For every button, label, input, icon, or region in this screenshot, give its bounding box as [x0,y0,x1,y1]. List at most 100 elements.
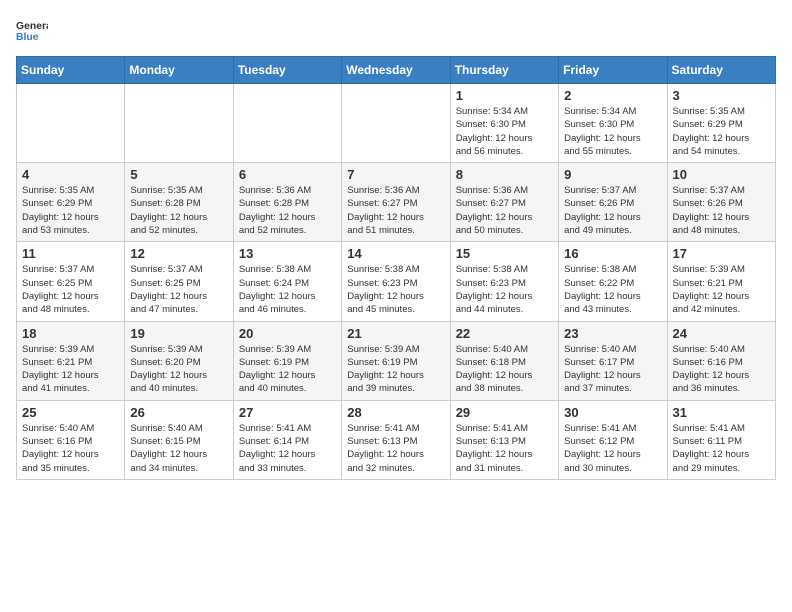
day-info: Sunrise: 5:35 AM Sunset: 6:29 PM Dayligh… [22,184,119,237]
day-number: 8 [456,167,553,182]
day-info: Sunrise: 5:35 AM Sunset: 6:28 PM Dayligh… [130,184,227,237]
day-info: Sunrise: 5:35 AM Sunset: 6:29 PM Dayligh… [673,105,770,158]
calendar-cell: 12Sunrise: 5:37 AM Sunset: 6:25 PM Dayli… [125,242,233,321]
day-info: Sunrise: 5:37 AM Sunset: 6:26 PM Dayligh… [673,184,770,237]
calendar-cell: 30 Sunrise: 5:41 AM Sunset: 6:12 PM Dayli… [559,400,667,479]
day-number: 13 [239,246,336,261]
calendar-cell: 17 Sunrise: 5:39 AM Sunset: 6:21 PM Dayli… [667,242,775,321]
day-number: 5 [130,167,227,182]
day-number: 21 [347,326,444,341]
logo-icon: General Blue [16,16,48,48]
calendar-cell: 10 Sunrise: 5:37 AM Sunset: 6:26 PM Dayli… [667,163,775,242]
calendar-cell: 15 Sunrise: 5:38 AM Sunset: 6:23 PM Dayli… [450,242,558,321]
day-number: 20 [239,326,336,341]
day-number: 4 [22,167,119,182]
day-number: 9 [564,167,661,182]
day-info: Sunrise: 5:39 AM Sunset: 6:20 PM Dayligh… [130,343,227,396]
calendar-cell [125,84,233,163]
day-info: Sunrise: 5:40 AM Sunset: 6:16 PM Dayligh… [22,422,119,475]
day-info: Sunrise: 5:38 AM Sunset: 6:22 PM Dayligh… [564,263,661,316]
day-info: Sunrise: 5:40 AM Sunset: 6:17 PM Dayligh… [564,343,661,396]
day-number: 23 [564,326,661,341]
calendar-week-4: 18 Sunrise: 5:39 AM Sunset: 6:21 PM Dayli… [17,321,776,400]
day-info: Sunrise: 5:41 AM Sunset: 6:11 PM Dayligh… [673,422,770,475]
day-number: 18 [22,326,119,341]
calendar-cell: 5 Sunrise: 5:35 AM Sunset: 6:28 PM Daylig… [125,163,233,242]
calendar-cell: 2 Sunrise: 5:34 AM Sunset: 6:30 PM Daylig… [559,84,667,163]
day-number: 17 [673,246,770,261]
day-number: 10 [673,167,770,182]
calendar-cell: 26 Sunrise: 5:40 AM Sunset: 6:15 PM Dayli… [125,400,233,479]
day-number: 22 [456,326,553,341]
calendar-cell: 6 Sunrise: 5:36 AM Sunset: 6:28 PM Daylig… [233,163,341,242]
calendar-cell: 19 Sunrise: 5:39 AM Sunset: 6:20 PM Dayli… [125,321,233,400]
day-number: 28 [347,405,444,420]
day-info: Sunrise: 5:38 AM Sunset: 6:23 PM Dayligh… [347,263,444,316]
calendar-cell: 7Sunrise: 5:36 AM Sunset: 6:27 PM Daylig… [342,163,450,242]
calendar-cell: 29 Sunrise: 5:41 AM Sunset: 6:13 PM Dayli… [450,400,558,479]
day-number: 7 [347,167,444,182]
day-info: Sunrise: 5:39 AM Sunset: 6:19 PM Dayligh… [347,343,444,396]
calendar-cell: 14 Sunrise: 5:38 AM Sunset: 6:23 PM Dayli… [342,242,450,321]
calendar-cell [233,84,341,163]
calendar-cell: 3 Sunrise: 5:35 AM Sunset: 6:29 PM Daylig… [667,84,775,163]
day-info: Sunrise: 5:36 AM Sunset: 6:27 PM Dayligh… [456,184,553,237]
day-info: Sunrise: 5:41 AM Sunset: 6:13 PM Dayligh… [347,422,444,475]
day-header-wednesday: Wednesday [342,57,450,84]
day-info: Sunrise: 5:39 AM Sunset: 6:21 PM Dayligh… [673,263,770,316]
day-number: 31 [673,405,770,420]
day-info: Sunrise: 5:38 AM Sunset: 6:24 PM Dayligh… [239,263,336,316]
day-info: Sunrise: 5:37 AM Sunset: 6:26 PM Dayligh… [564,184,661,237]
header: General Blue [16,16,776,48]
calendar-cell: 9 Sunrise: 5:37 AM Sunset: 6:26 PM Daylig… [559,163,667,242]
day-info: Sunrise: 5:38 AM Sunset: 6:23 PM Dayligh… [456,263,553,316]
day-number: 30 [564,405,661,420]
day-number: 24 [673,326,770,341]
day-info: Sunrise: 5:39 AM Sunset: 6:21 PM Dayligh… [22,343,119,396]
day-number: 3 [673,88,770,103]
calendar-cell: 18 Sunrise: 5:39 AM Sunset: 6:21 PM Dayli… [17,321,125,400]
day-number: 11 [22,246,119,261]
day-info: Sunrise: 5:34 AM Sunset: 6:30 PM Dayligh… [564,105,661,158]
day-info: Sunrise: 5:40 AM Sunset: 6:18 PM Dayligh… [456,343,553,396]
day-number: 2 [564,88,661,103]
day-number: 14 [347,246,444,261]
calendar-cell: 25 Sunrise: 5:40 AM Sunset: 6:16 PM Dayli… [17,400,125,479]
calendar-cell: 4 Sunrise: 5:35 AM Sunset: 6:29 PM Daylig… [17,163,125,242]
logo: General Blue [16,16,48,48]
day-info: Sunrise: 5:41 AM Sunset: 6:14 PM Dayligh… [239,422,336,475]
day-info: Sunrise: 5:39 AM Sunset: 6:19 PM Dayligh… [239,343,336,396]
day-info: Sunrise: 5:40 AM Sunset: 6:15 PM Dayligh… [130,422,227,475]
day-header-thursday: Thursday [450,57,558,84]
calendar-cell: 1Sunrise: 5:34 AM Sunset: 6:30 PM Daylig… [450,84,558,163]
calendar-cell: 27 Sunrise: 5:41 AM Sunset: 6:14 PM Dayli… [233,400,341,479]
calendar-cell: 16Sunrise: 5:38 AM Sunset: 6:22 PM Dayli… [559,242,667,321]
day-header-tuesday: Tuesday [233,57,341,84]
day-number: 26 [130,405,227,420]
day-number: 27 [239,405,336,420]
calendar-week-2: 4 Sunrise: 5:35 AM Sunset: 6:29 PM Daylig… [17,163,776,242]
day-info: Sunrise: 5:41 AM Sunset: 6:12 PM Dayligh… [564,422,661,475]
day-number: 29 [456,405,553,420]
day-header-monday: Monday [125,57,233,84]
calendar-week-1: 1Sunrise: 5:34 AM Sunset: 6:30 PM Daylig… [17,84,776,163]
day-info: Sunrise: 5:34 AM Sunset: 6:30 PM Dayligh… [456,105,553,158]
calendar-week-3: 11 Sunrise: 5:37 AM Sunset: 6:25 PM Dayli… [17,242,776,321]
day-header-friday: Friday [559,57,667,84]
calendar-cell: 8 Sunrise: 5:36 AM Sunset: 6:27 PM Daylig… [450,163,558,242]
calendar-cell: 20 Sunrise: 5:39 AM Sunset: 6:19 PM Dayli… [233,321,341,400]
day-number: 15 [456,246,553,261]
day-number: 25 [22,405,119,420]
calendar-cell: 21 Sunrise: 5:39 AM Sunset: 6:19 PM Dayli… [342,321,450,400]
day-info: Sunrise: 5:37 AM Sunset: 6:25 PM Dayligh… [22,263,119,316]
day-number: 19 [130,326,227,341]
day-number: 12 [130,246,227,261]
calendar-cell [342,84,450,163]
calendar-table: SundayMondayTuesdayWednesdayThursdayFrid… [16,56,776,480]
calendar-cell: 28 Sunrise: 5:41 AM Sunset: 6:13 PM Dayli… [342,400,450,479]
calendar-cell: 31 Sunrise: 5:41 AM Sunset: 6:11 PM Dayli… [667,400,775,479]
day-number: 6 [239,167,336,182]
svg-text:Blue: Blue [16,32,39,43]
day-info: Sunrise: 5:36 AM Sunset: 6:28 PM Dayligh… [239,184,336,237]
day-info: Sunrise: 5:41 AM Sunset: 6:13 PM Dayligh… [456,422,553,475]
